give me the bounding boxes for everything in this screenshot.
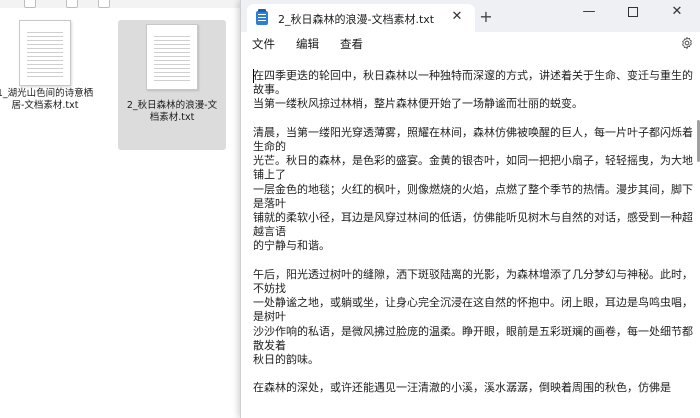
menu-bar: 文件 编辑 查看	[241, 32, 700, 56]
minimize-button[interactable]: —	[567, 0, 611, 26]
notepad-window: 2_秋日森林的浪漫-文档素材.txt ✕ + — ✕ 文件 编辑 查看 在四季更…	[240, 0, 700, 418]
new-tab-button[interactable]: +	[477, 9, 495, 27]
notepad-icon	[256, 9, 268, 25]
explorer-top-strip	[0, 0, 240, 8]
file-item-2[interactable]: 2_秋日森林的浪漫-文档素材.txt	[118, 20, 226, 150]
menu-edit[interactable]: 编辑	[296, 36, 319, 52]
file-item-1[interactable]: 1_湖光山色间的诗意栖居-文档素材.txt	[0, 20, 98, 160]
file-checkbox[interactable]	[98, 0, 110, 8]
maximize-button[interactable]	[611, 0, 655, 26]
document-tab[interactable]: 2_秋日森林的浪漫-文档素材.txt ✕	[247, 4, 475, 32]
document-text[interactable]: 在四季更迭的轮回中，秋日森林以一种独特而深邃的方式，讲述着关于生命、变迁与重生的…	[253, 69, 693, 396]
title-bar[interactable]: 2_秋日森林的浪漫-文档素材.txt ✕ + — ✕	[241, 0, 700, 32]
tab-close-button[interactable]: ✕	[448, 8, 466, 26]
text-editor[interactable]: 在四季更迭的轮回中，秋日森林以一种独特而深邃的方式，讲述着关于生命、变迁与重生的…	[241, 58, 700, 418]
menu-view[interactable]: 查看	[340, 36, 363, 52]
file-checkbox[interactable]	[66, 0, 78, 8]
text-file-icon	[146, 24, 198, 90]
gear-icon[interactable]	[680, 36, 694, 50]
file-label: 2_秋日森林的浪漫-文档素材.txt	[126, 100, 218, 123]
maximize-icon	[628, 7, 638, 17]
tab-title: 2_秋日森林的浪漫-文档素材.txt	[278, 13, 435, 26]
file-checkbox[interactable]	[24, 0, 36, 8]
close-window-button[interactable]: ✕	[655, 0, 699, 26]
text-file-icon	[19, 20, 71, 86]
menu-file[interactable]: 文件	[252, 36, 275, 52]
file-label: 1_湖光山色间的诗意栖居-文档素材.txt	[0, 88, 94, 111]
